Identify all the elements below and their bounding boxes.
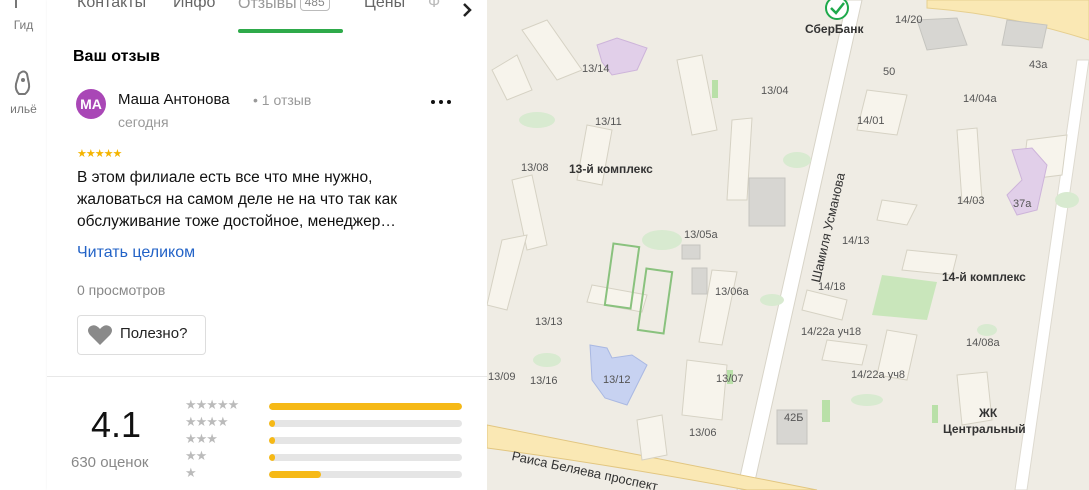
read-more-link[interactable]: Читать целиком [77, 244, 195, 262]
review-more-button[interactable] [429, 88, 453, 118]
rating-breakdown-stars: ★★★ [185, 431, 218, 446]
rail-item-guide-label: Гид [13, 18, 34, 32]
tab-info[interactable]: Инфо [173, 0, 215, 12]
poi-label[interactable]: СберБанк [805, 22, 863, 36]
building-label: 13/11 [595, 116, 622, 128]
complex-label: ЖК [979, 406, 998, 420]
housing-icon [14, 70, 30, 95]
review-author-name[interactable]: Маша Антонова [118, 91, 230, 108]
building-label: 14/18 [818, 281, 846, 293]
helpful-button[interactable]: Полезно? [77, 315, 206, 355]
building-label: 14/13 [842, 235, 870, 247]
rating-breakdown-stars: ★★★★ [185, 414, 229, 429]
rating-breakdown-stars: ★★★★★ [185, 397, 239, 412]
building-label: 13/13 [535, 316, 563, 328]
building-label: 14/22а уч8 [851, 369, 906, 381]
rating-breakdown-fill [269, 471, 321, 478]
tab-contacts[interactable]: Контакты [77, 0, 146, 12]
building-label: 13/14 [582, 63, 610, 75]
rating-breakdown-stars: ★★ [185, 448, 207, 463]
heart-icon [88, 325, 112, 345]
review-stars: ★★★★★ [77, 147, 123, 160]
rail-item-housing[interactable]: ильё [0, 70, 47, 116]
avatar[interactable]: МА [76, 89, 106, 119]
rating-breakdown-track [269, 403, 462, 410]
building-label: 14/04а [963, 93, 997, 105]
building-label: 14/22а уч18 [801, 326, 862, 338]
rail-item-guide[interactable]: Гид [0, 0, 47, 32]
building-label: 13/08 [521, 162, 549, 174]
complex-label: Центральный [943, 422, 1026, 436]
review-views: 0 просмотров [77, 282, 166, 298]
rating-breakdown-track [269, 454, 462, 461]
review-text: В этом филиале есть все что мне нужно, ж… [77, 169, 398, 230]
building-label: 50 [883, 66, 896, 78]
rating-breakdown-fill [269, 403, 462, 410]
rating-breakdown-fill [269, 437, 275, 444]
rating-breakdown-track [269, 471, 462, 478]
building-label: 42Б [784, 412, 804, 424]
tab-photos[interactable]: Ф [428, 0, 440, 12]
star-icon: ★ [112, 148, 123, 160]
star-icon: ★ [103, 148, 114, 160]
rating-breakdown-fill [269, 454, 275, 461]
building-label: 14/08а [966, 337, 1000, 349]
guide-icon [14, 0, 25, 8]
building-label: 43а [1029, 59, 1048, 71]
building-label: 13/06 [689, 427, 717, 439]
rating-breakdown-stars: ★ [185, 465, 197, 480]
chevron-right-icon [463, 3, 472, 17]
review-author-meta: • 1 отзыв [253, 92, 312, 108]
rating-breakdown-fill [269, 420, 275, 427]
building-label: 13/05а [684, 229, 718, 241]
more-dots-icon [431, 100, 451, 104]
star-icon: ★ [94, 148, 105, 160]
star-icon: ★ [85, 148, 96, 160]
tab-reviews[interactable]: Отзывы 485 [238, 0, 330, 13]
active-tab-indicator [238, 29, 343, 33]
rating-breakdown-track [269, 420, 462, 427]
left-rail: Гид ильё [0, 0, 48, 490]
tab-bar: Контакты Инфо Отзывы 485 Цены Ф [47, 0, 487, 34]
average-rating: 4.1 [91, 404, 142, 445]
rating-breakdown-track [269, 437, 462, 444]
building-label: 14/20 [895, 14, 923, 26]
tab-prices[interactable]: Цены [364, 0, 405, 12]
review-date: сегодня [118, 114, 169, 130]
tabs-next-button[interactable] [452, 0, 482, 24]
building-label: 13/12 [603, 374, 631, 386]
divider [47, 376, 487, 377]
building-label: 14/03 [957, 195, 985, 207]
star-icon: ★ [77, 148, 87, 160]
district-label: 14-й комплекс [942, 270, 1026, 284]
building-label: 37а [1013, 198, 1032, 210]
section-title-your-review: Ваш отзыв [73, 48, 160, 65]
ratings-count: 630 оценок [71, 454, 149, 471]
building-label: 13/06а [715, 286, 749, 298]
building-label: 14/01 [857, 115, 885, 127]
rail-item-housing-label: ильё [10, 102, 37, 116]
reviews-count-badge: 485 [299, 0, 330, 11]
map[interactable]: СберБанк 13-й комплекс 14-й комплекс ЖК … [487, 0, 1089, 490]
business-panel: Контакты Инфо Отзывы 485 Цены Ф Ваш отзыв… [47, 0, 487, 490]
building-label: 13/04 [761, 85, 789, 97]
building-label: 13/07 [716, 373, 744, 385]
helpful-button-label: Полезно? [120, 325, 188, 342]
building-label: 13/09 [488, 371, 516, 383]
district-label: 13-й комплекс [569, 162, 653, 176]
building-label: 13/16 [530, 375, 558, 387]
